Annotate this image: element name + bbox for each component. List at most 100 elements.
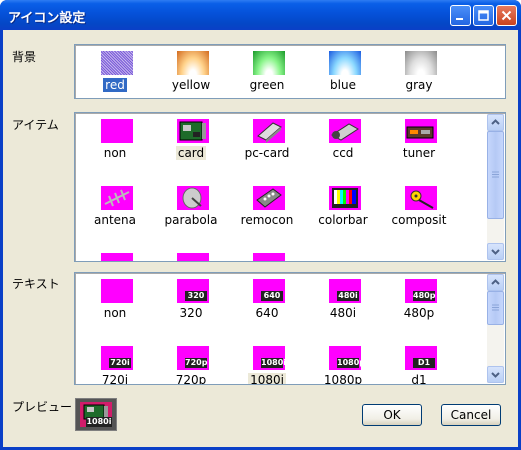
window-title: アイコン設定 <box>8 11 86 26</box>
pc-card-icon <box>253 119 285 143</box>
background-option-label: gray <box>405 78 433 92</box>
close-icon <box>501 10 512 21</box>
green-gradient-swatch-icon <box>253 51 285 75</box>
badge-text: 720p <box>185 358 208 368</box>
text-option-label: 1080p <box>323 373 363 385</box>
background-option-green[interactable]: green <box>229 45 305 98</box>
composite-cable-icon <box>405 186 437 210</box>
item-label: アイテム <box>12 118 59 132</box>
background-option-label: blue <box>330 78 356 92</box>
item-option-partial[interactable] <box>153 247 229 261</box>
scroll-down-button[interactable] <box>487 243 504 260</box>
item-option-card[interactable]: card <box>153 113 229 179</box>
background-option-gray[interactable]: gray <box>381 45 457 98</box>
text-option-720i[interactable]: 720i 720i <box>77 340 153 384</box>
grip-icon <box>492 171 499 178</box>
title-bar[interactable]: アイコン設定 <box>0 0 521 30</box>
minimize-button[interactable] <box>450 5 471 26</box>
partial-icon <box>101 253 133 261</box>
item-option-remocon[interactable]: remocon <box>229 180 305 246</box>
resolution-badge-icon: 480p <box>405 279 437 303</box>
cancel-button[interactable]: Cancel <box>441 404 501 426</box>
item-option-label: antena <box>93 213 136 227</box>
item-option-label: tuner <box>402 146 436 160</box>
maximize-button[interactable] <box>473 5 494 26</box>
red-gradient-swatch-icon <box>101 51 133 75</box>
item-option-label: parabola <box>164 213 218 227</box>
badge-text: 320 <box>185 291 207 301</box>
item-option-partial[interactable] <box>229 247 305 261</box>
resolution-badge-icon: 320 <box>177 279 209 303</box>
text-option-640[interactable]: 640 640 <box>229 273 305 339</box>
text-option-label: 480i <box>329 306 357 320</box>
item-option-non[interactable]: non <box>77 113 153 179</box>
preview-label: プレビュー <box>12 400 73 414</box>
text-option-non[interactable]: non <box>77 273 153 339</box>
item-option-parabola[interactable]: parabola <box>153 180 229 246</box>
background-option-yellow[interactable]: yellow <box>153 45 229 98</box>
dialog-body: 背景 red yellow green blue gray アイテム non c… <box>3 30 518 447</box>
item-option-partial[interactable] <box>77 247 153 261</box>
resolution-badge-icon: 1080p <box>329 346 365 370</box>
text-option-320[interactable]: 320 320 <box>153 273 229 339</box>
text-option-720p[interactable]: 720p 720p <box>153 340 229 384</box>
background-option-blue[interactable]: blue <box>305 45 381 98</box>
parabola-dish-icon <box>177 186 209 210</box>
resolution-badge-icon: 480i <box>329 279 361 303</box>
gray-gradient-swatch-icon <box>405 51 437 75</box>
item-option-pc-card[interactable]: pc-card <box>229 113 305 179</box>
item-option-composit[interactable]: composit <box>381 180 457 246</box>
colorbar-icon <box>329 186 361 210</box>
close-button[interactable] <box>496 5 517 26</box>
remote-control-icon <box>253 186 285 210</box>
resolution-badge-icon: 640 <box>253 279 285 303</box>
text-option-label: 1080i <box>248 373 286 385</box>
text-option-480i[interactable]: 480i 480i <box>305 273 381 339</box>
background-panel: red yellow green blue gray <box>74 44 506 99</box>
text-option-d1[interactable]: D1 d1 <box>381 340 457 384</box>
dialog-window: アイコン設定 背景 red yellow green blue gray アイテ… <box>0 0 521 450</box>
chevron-up-icon <box>491 119 500 125</box>
ok-button[interactable]: OK <box>362 404 422 426</box>
resolution-badge-icon: 720p <box>177 346 209 370</box>
text-scrollbar[interactable] <box>487 274 504 383</box>
item-option-colorbar[interactable]: colorbar <box>305 180 381 246</box>
scroll-down-button[interactable] <box>487 366 504 383</box>
badge-text: 480i <box>337 291 359 301</box>
badge-text: 640 <box>261 291 283 301</box>
item-option-label: remocon <box>240 213 294 227</box>
card-icon <box>177 119 209 143</box>
resolution-badge-icon: 1080i <box>253 346 286 370</box>
background-label: 背景 <box>12 50 37 64</box>
scroll-thumb[interactable] <box>487 291 504 325</box>
item-panel: non card pc-card ccd tuner antena parabo… <box>74 112 506 262</box>
text-option-1080i[interactable]: 1080i 1080i <box>229 340 305 385</box>
item-option-tuner[interactable]: tuner <box>381 113 457 179</box>
text-option-label: 320 <box>179 306 203 320</box>
item-option-label: composit <box>391 213 447 227</box>
blank-magenta-icon <box>101 119 133 143</box>
chevron-down-icon <box>491 372 500 378</box>
blank-magenta-icon <box>101 279 133 303</box>
text-option-label: non <box>103 306 127 320</box>
item-option-label: card <box>175 146 207 160</box>
maximize-icon <box>478 10 489 21</box>
badge-text: D1 <box>413 358 435 368</box>
background-option-red[interactable]: red <box>77 45 153 98</box>
background-option-label: green <box>249 78 285 92</box>
item-option-ccd[interactable]: ccd <box>305 113 381 179</box>
scroll-thumb[interactable] <box>487 131 504 219</box>
partial-icon <box>177 253 209 261</box>
badge-text: 1080p <box>337 358 365 368</box>
item-option-label: pc-card <box>244 146 290 160</box>
scroll-up-button[interactable] <box>487 274 504 291</box>
item-scrollbar[interactable] <box>487 114 504 260</box>
background-option-label: red <box>103 78 127 92</box>
item-option-antena[interactable]: antena <box>77 180 153 246</box>
text-option-480p[interactable]: 480p 480p <box>381 273 457 339</box>
antenna-icon <box>101 186 133 210</box>
scroll-up-button[interactable] <box>487 114 504 131</box>
text-option-1080p[interactable]: 1080p 1080p <box>305 340 381 385</box>
resolution-badge-icon: D1 <box>405 346 437 370</box>
preview-image: 1080i <box>75 398 117 431</box>
